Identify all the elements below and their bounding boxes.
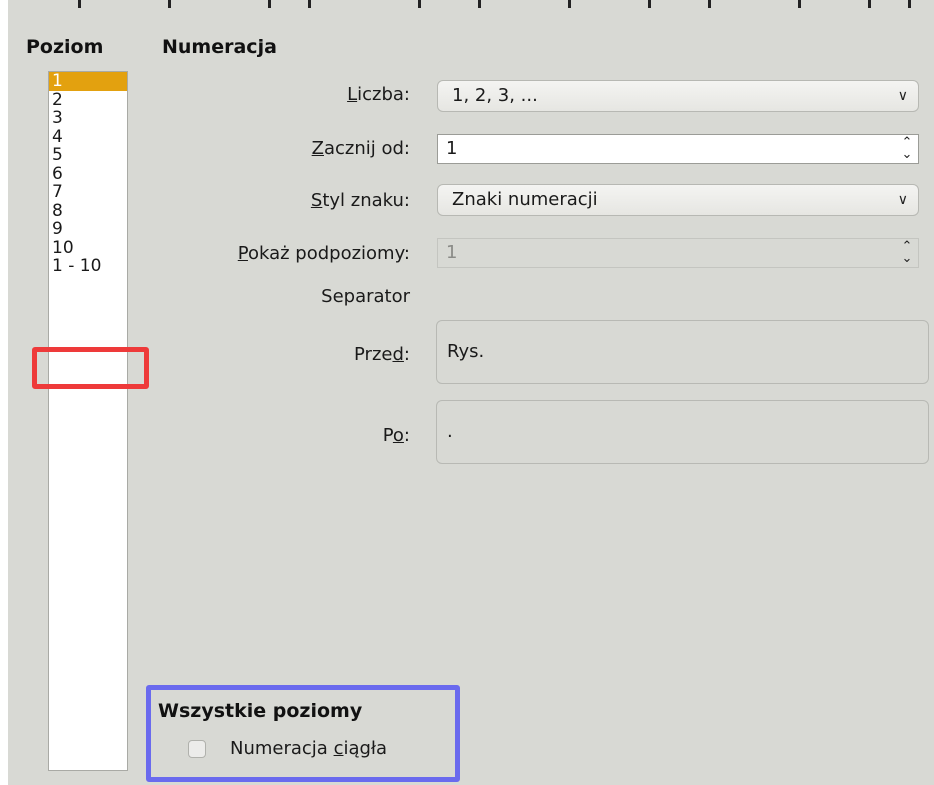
highlight-box-all-levels-section: [146, 685, 460, 782]
before-value: Rys.: [447, 341, 485, 362]
start-at-label: Zacznij od:: [311, 138, 410, 159]
after-input[interactable]: .: [436, 400, 929, 464]
show-sublevels-value: 1: [446, 242, 458, 263]
start-at-value: 1: [446, 138, 458, 159]
chevron-down-icon: ∨: [897, 88, 908, 104]
number-format-value: 1, 2, 3, ...: [452, 85, 538, 106]
level-item[interactable]: 8: [49, 201, 127, 221]
start-at-spinbox[interactable]: 1 ⌃ ⌄: [437, 134, 919, 164]
numbering-heading: Numeracja: [162, 36, 277, 58]
level-item[interactable]: 2: [49, 90, 127, 110]
separator-label: Separator: [321, 286, 410, 307]
char-style-dropdown[interactable]: Znaki numeracji ∨: [437, 184, 919, 216]
chevron-down-icon: ∨: [897, 192, 908, 208]
after-value: .: [447, 421, 453, 442]
show-sublevels-spinbox: 1 ⌃ ⌄: [437, 238, 919, 268]
level-item[interactable]: 10: [49, 238, 127, 258]
level-item[interactable]: 9: [49, 220, 127, 239]
level-item[interactable]: 4: [49, 127, 127, 147]
level-item[interactable]: 5: [49, 146, 127, 165]
number-format-dropdown[interactable]: 1, 2, 3, ... ∨: [437, 80, 919, 112]
numbering-dialog-panel: [8, 10, 934, 785]
level-item[interactable]: 6: [49, 164, 127, 184]
level-item[interactable]: 1 - 10: [49, 257, 127, 276]
number-label: Liczba:: [347, 84, 410, 105]
before-input[interactable]: Rys.: [436, 320, 929, 384]
char-style-value: Znaki numeracji: [452, 189, 598, 210]
spin-arrows-icon: ⌃ ⌄: [901, 239, 913, 266]
before-label: Przed:: [354, 344, 410, 365]
level-heading: Poziom: [26, 36, 104, 58]
level-item[interactable]: 1: [49, 72, 127, 91]
spin-arrows-icon[interactable]: ⌃ ⌄: [898, 136, 916, 161]
char-style-label: Styl znaku:: [310, 190, 410, 211]
highlight-box-all-levels-item: [32, 347, 149, 389]
after-label: Po:: [382, 425, 410, 446]
show-sublevels-label: Pokaż podpoziomy:: [237, 243, 410, 264]
level-item[interactable]: 3: [49, 109, 127, 128]
level-item[interactable]: 7: [49, 183, 127, 202]
level-list[interactable]: 1 2 3 4 5 6 7 8 9 10 1 - 10: [48, 71, 128, 771]
